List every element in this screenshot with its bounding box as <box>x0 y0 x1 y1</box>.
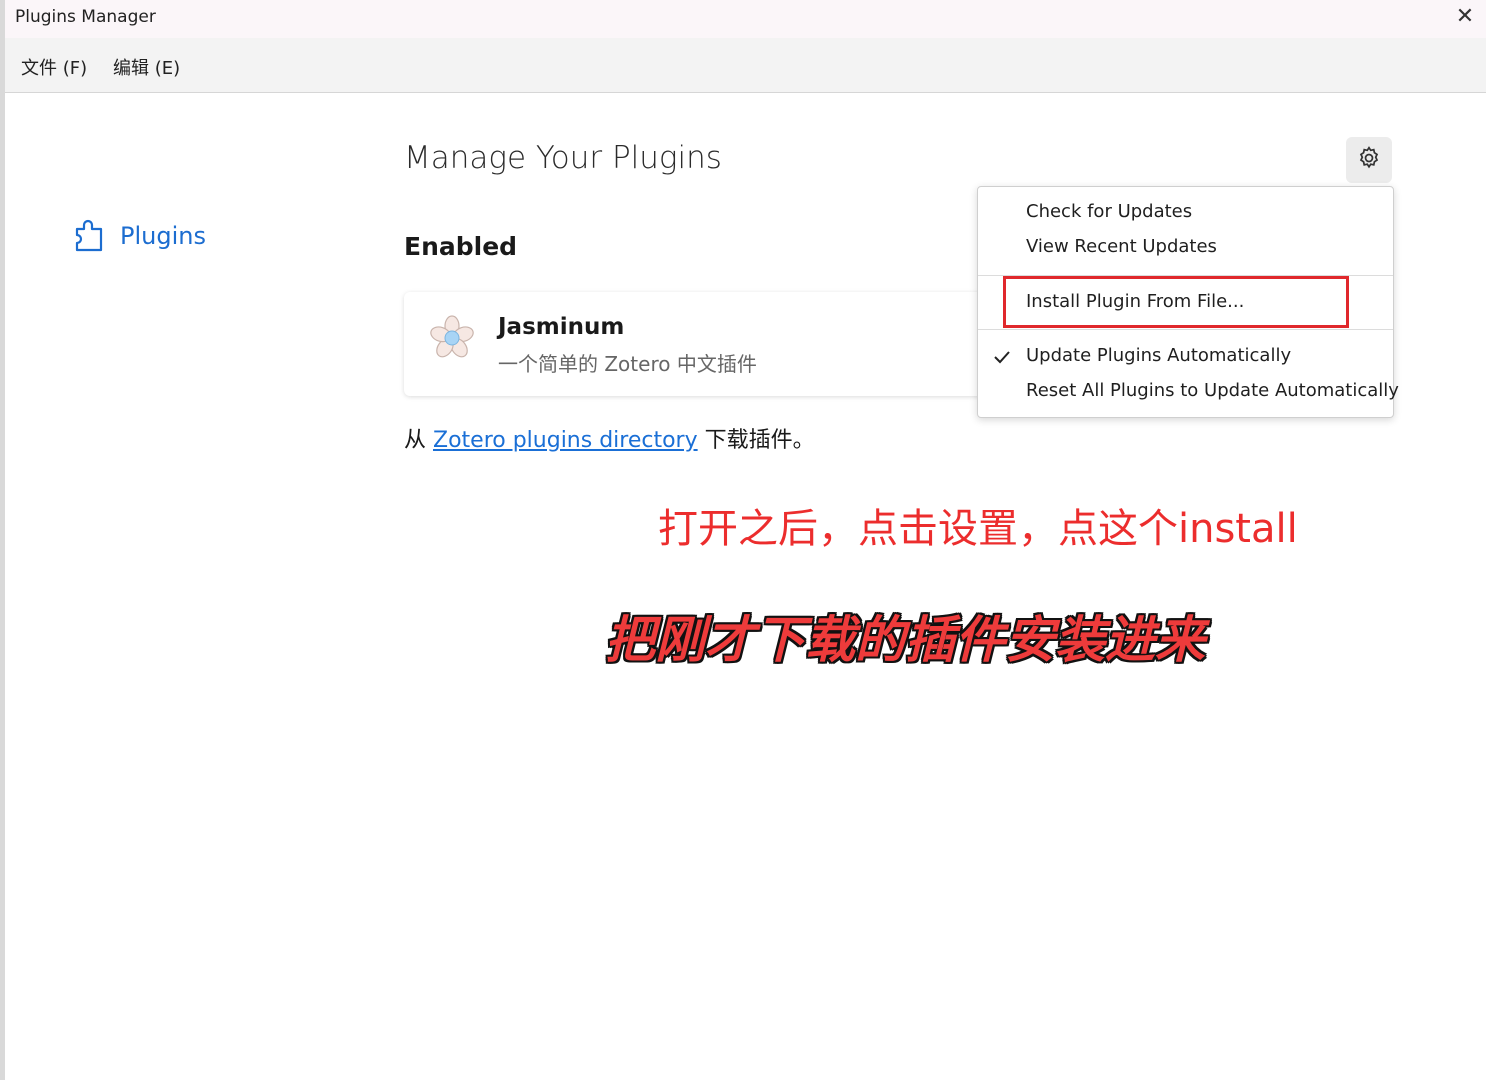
download-prefix: 从 <box>404 428 433 453</box>
menu-reset-all-auto-update[interactable]: Reset All Plugins to Update Automaticall… <box>1026 380 1399 401</box>
menu-separator <box>978 329 1393 330</box>
download-suffix: 下载插件。 <box>697 428 815 453</box>
annotation-instruction-1: 打开之后，点击设置，点这个install <box>658 506 1298 552</box>
sidebar-item-plugins[interactable]: Plugins <box>74 216 206 256</box>
annotation-instruction-2: 把刚才下载的插件安装进来 <box>605 611 1205 669</box>
settings-gear-button[interactable] <box>1346 137 1392 183</box>
menu-bar: 文件 (F) 编辑 (E) <box>5 38 1486 93</box>
check-icon <box>992 347 1012 367</box>
menu-update-automatically[interactable]: Update Plugins Automatically <box>1026 345 1291 366</box>
menu-edit[interactable]: 编辑 (E) <box>113 54 180 80</box>
download-hint: 从 Zotero plugins directory 下载插件。 <box>404 422 815 454</box>
sidebar-item-label: Plugins <box>120 222 206 250</box>
flower-icon <box>428 314 476 362</box>
plugin-name: Jasminum <box>498 314 625 340</box>
puzzle-icon <box>74 215 106 257</box>
plugins-directory-link[interactable]: Zotero plugins directory <box>433 428 698 453</box>
section-heading-enabled: Enabled <box>404 232 518 261</box>
highlight-box <box>1003 276 1349 328</box>
menu-file[interactable]: 文件 (F) <box>21 54 87 80</box>
page-title: Manage Your Plugins <box>404 140 722 176</box>
menu-view-recent-updates[interactable]: View Recent Updates <box>1026 236 1217 257</box>
window-title: Plugins Manager <box>15 7 156 27</box>
close-button[interactable]: ✕ <box>1450 2 1480 32</box>
menu-check-updates[interactable]: Check for Updates <box>1026 201 1192 222</box>
title-bar: Plugins Manager ✕ <box>5 0 1486 38</box>
plugin-description: 一个简单的 Zotero 中文插件 <box>498 352 757 376</box>
plugin-card[interactable]: Jasminum 一个简单的 Zotero 中文插件 <box>404 292 1004 396</box>
window-left-edge <box>0 0 5 1080</box>
gear-icon <box>1356 145 1382 175</box>
